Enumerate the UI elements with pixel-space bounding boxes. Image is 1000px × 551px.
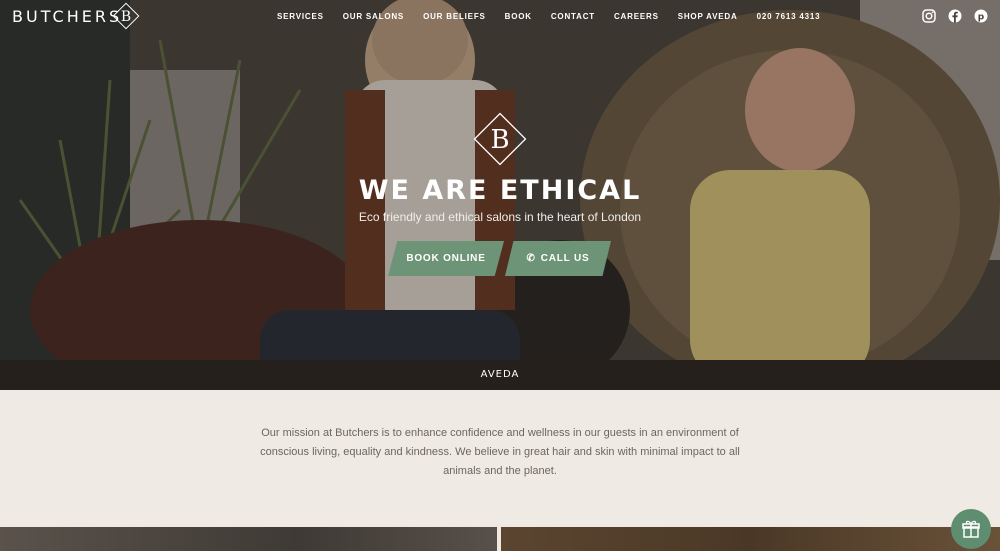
phone-icon: ✆	[526, 253, 536, 264]
gift-button[interactable]	[951, 509, 991, 549]
book-online-button[interactable]: BOOK ONLINE	[388, 241, 504, 276]
call-us-label: CALL US	[540, 253, 590, 264]
hero-section: BUTCHERS B SERVICES OUR SALONS OUR BELIE…	[0, 0, 1000, 390]
instagram-icon[interactable]	[922, 9, 936, 23]
hero-title: WE ARE ETHICAL	[358, 175, 642, 206]
svg-text:p: p	[978, 13, 985, 23]
pinterest-icon[interactable]: p	[974, 9, 988, 23]
nav-our-salons[interactable]: OUR SALONS	[343, 12, 404, 21]
nav-phone[interactable]: 020 7613 4313	[757, 12, 821, 21]
gift-icon	[962, 520, 980, 538]
mission-section: Our mission at Butchers is to enhance co…	[0, 390, 1000, 524]
book-online-label: BOOK ONLINE	[406, 253, 486, 264]
social-links: p	[922, 9, 988, 23]
logo-text[interactable]: BUTCHERS	[12, 7, 122, 26]
nav-contact[interactable]: CONTACT	[551, 12, 595, 21]
facebook-icon[interactable]	[948, 9, 962, 23]
nav-shop-aveda[interactable]: SHOP AVEDA	[678, 12, 738, 21]
nav-our-beliefs[interactable]: OUR BELIEFS	[423, 12, 486, 21]
brand-diamond-icon: B	[473, 112, 527, 166]
top-nav: BUTCHERS B SERVICES OUR SALONS OUR BELIE…	[0, 0, 1000, 34]
call-us-button[interactable]: ✆ CALL US	[505, 241, 611, 276]
hero-subtitle: Eco friendly and ethical salons in the h…	[358, 210, 642, 224]
aveda-logo: AVEDA	[480, 369, 520, 380]
gallery-image-right	[501, 527, 1000, 551]
nav-careers[interactable]: CAREERS	[614, 12, 659, 21]
mission-text: Our mission at Butchers is to enhance co…	[260, 427, 740, 477]
main-menu: SERVICES OUR SALONS OUR BELIEFS BOOK CON…	[277, 12, 839, 21]
svg-text:B: B	[490, 125, 509, 155]
gallery-image-left	[0, 527, 497, 551]
logo-mark-icon[interactable]: B	[112, 2, 140, 30]
svg-text:B: B	[121, 9, 131, 25]
nav-book[interactable]: BOOK	[505, 12, 532, 21]
nav-services[interactable]: SERVICES	[277, 12, 324, 21]
